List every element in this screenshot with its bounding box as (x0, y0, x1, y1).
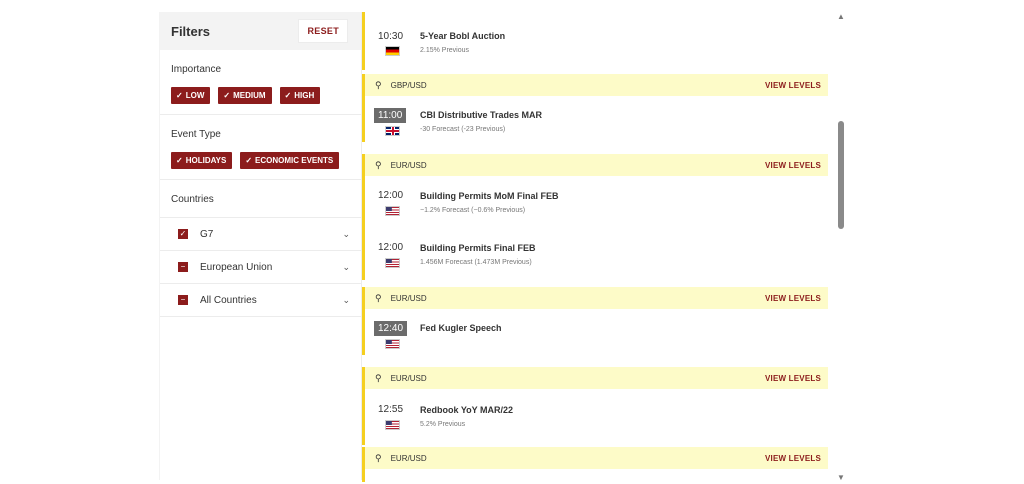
event-title: 5-Year Bobl Auction (420, 31, 506, 41)
event-type-chip-economic-events[interactable]: ✓ ECONOMIC EVENTS (240, 152, 340, 169)
event-time: 11:00 (374, 108, 407, 123)
event-type-chip-holidays[interactable]: ✓ HOLIDAYS (171, 152, 233, 169)
checkbox-checked-icon[interactable]: ✓ (178, 229, 188, 239)
event-group: ⚲ EUR/USD VIEW LEVELS (362, 447, 828, 482)
event-time: 12:00 (378, 190, 404, 201)
country-item-european-union[interactable]: − European Union ⌄ (160, 250, 361, 283)
pair-label: EUR/USD (390, 373, 427, 383)
importance-chip-medium[interactable]: ✓ MEDIUM (218, 87, 272, 104)
lightbulb-icon: ⚲ (375, 79, 382, 90)
check-icon: ✓ (223, 91, 231, 100)
event-title: Fed Kugler Speech (420, 323, 502, 333)
pair-bar: ⚲ EUR/USD VIEW LEVELS (365, 447, 828, 469)
chevron-down-icon[interactable]: ⌄ (342, 229, 350, 240)
reset-button[interactable]: RESET (298, 19, 348, 43)
pair-label: EUR/USD (390, 453, 427, 463)
economic-calendar-list: 10:30 5-Year Bobl Auction 2.15% Previous… (362, 12, 828, 482)
event-detail: -30 Forecast (-23 Previous) (420, 126, 506, 133)
check-icon: ✓ (284, 91, 292, 100)
event-title: Building Permits MoM Final FEB (420, 191, 559, 201)
event-title: Building Permits Final FEB (420, 243, 536, 253)
lightbulb-icon: ⚲ (375, 159, 382, 170)
importance-section: Importance ✓ LOW ✓ MEDIUM ✓ HIGH (160, 50, 361, 115)
event-detail: −1.2% Forecast (−0.6% Previous) (420, 207, 526, 214)
event-title: CBI Distributive Trades MAR (420, 110, 543, 120)
event-type-section: Event Type ✓ HOLIDAYS ✓ ECONOMIC EVENTS (160, 115, 361, 180)
check-icon: ✓ (176, 91, 183, 100)
country-name: European Union (200, 261, 273, 273)
pair-label: EUR/USD (390, 293, 427, 303)
filters-title: Filters (171, 23, 211, 39)
importance-chip-high[interactable]: ✓ HIGH (279, 87, 321, 104)
us-flag-icon (385, 258, 400, 268)
event-time: 12:55 (378, 404, 404, 415)
chip-label: HOLIDAYS (185, 156, 227, 165)
filters-header: Filters RESET (160, 12, 361, 50)
event-row[interactable]: 12:00 Building Permits MoM Final FEB −1.… (365, 176, 828, 228)
country-item-all-countries[interactable]: − All Countries ⌄ (160, 283, 361, 317)
us-flag-icon (385, 339, 400, 349)
chevron-down-icon[interactable]: ▼ (837, 473, 845, 482)
scrollbar-thumb[interactable] (838, 121, 844, 229)
event-group: ⚲ EUR/USD VIEW LEVELS 12:40 Fed Kugler S… (362, 287, 828, 355)
pair-bar: ⚲ EUR/USD VIEW LEVELS (365, 154, 828, 176)
event-time: 12:40 (374, 321, 408, 336)
event-detail: 1.456M Forecast (1.473M Previous) (420, 259, 532, 266)
de-flag-icon (385, 46, 400, 56)
lightbulb-icon: ⚲ (375, 452, 382, 463)
country-item-g7[interactable]: ✓ G7 ⌄ (160, 217, 361, 250)
event-detail: 5.2% Previous (420, 421, 466, 428)
chevron-down-icon[interactable]: ⌄ (342, 295, 350, 306)
lightbulb-icon: ⚲ (375, 292, 382, 303)
chip-label: HIGH (294, 91, 315, 100)
country-name: G7 (200, 228, 214, 240)
pair-bar: ⚲ EUR/USD VIEW LEVELS (365, 287, 828, 309)
event-row[interactable]: 10:30 5-Year Bobl Auction 2.15% Previous (365, 12, 828, 70)
pair-label: GBP/USD (390, 80, 427, 90)
event-detail: 2.15% Previous (420, 47, 470, 54)
pair-bar: ⚲ EUR/USD VIEW LEVELS (365, 367, 828, 389)
countries-label: Countries (171, 194, 214, 205)
importance-chip-low[interactable]: ✓ LOW (171, 87, 211, 104)
view-levels-link[interactable]: VIEW LEVELS (765, 161, 821, 170)
event-title: Redbook YoY MAR/22 (420, 405, 514, 415)
event-group: ⚲ EUR/USD VIEW LEVELS 12:00 Building Per… (362, 154, 828, 280)
chip-label: MEDIUM (233, 91, 266, 100)
view-levels-link[interactable]: VIEW LEVELS (765, 374, 821, 383)
check-icon: ✓ (245, 156, 253, 165)
scrollbar[interactable]: ▲ ▼ (836, 12, 846, 482)
gb-flag-icon (385, 126, 400, 136)
countries-section: Countries (160, 180, 361, 217)
check-icon: ✓ (176, 156, 183, 165)
view-levels-link[interactable]: VIEW LEVELS (765, 454, 821, 463)
chevron-down-icon[interactable]: ⌄ (342, 262, 350, 273)
pair-bar: ⚲ GBP/USD VIEW LEVELS (365, 74, 828, 96)
lightbulb-icon: ⚲ (375, 372, 382, 383)
chip-label: ECONOMIC EVENTS (255, 156, 334, 165)
chevron-up-icon[interactable]: ▲ (837, 12, 845, 21)
view-levels-link[interactable]: VIEW LEVELS (765, 81, 821, 90)
country-name: All Countries (200, 294, 257, 306)
view-levels-link[interactable]: VIEW LEVELS (765, 294, 821, 303)
chip-label: LOW (185, 91, 205, 100)
us-flag-icon (385, 206, 400, 216)
event-time: 10:30 (378, 31, 404, 42)
event-row[interactable]: 12:40 Fed Kugler Speech (365, 309, 828, 355)
importance-label: Importance (171, 64, 222, 75)
pair-label: EUR/USD (390, 160, 427, 170)
checkbox-partial-icon[interactable]: − (178, 295, 188, 305)
event-row[interactable]: 12:00 Building Permits Final FEB 1.456M … (365, 228, 828, 280)
event-group: 10:30 5-Year Bobl Auction 2.15% Previous (362, 12, 828, 70)
event-type-label: Event Type (171, 129, 221, 140)
filters-panel: Filters RESET Importance ✓ LOW ✓ MEDIUM ✓ H… (159, 12, 362, 480)
event-group: ⚲ GBP/USD VIEW LEVELS 11:00 CBI Distribu… (362, 74, 828, 142)
event-time: 12:00 (378, 242, 404, 253)
checkbox-partial-icon[interactable]: − (178, 262, 188, 272)
event-row[interactable]: 12:55 Redbook YoY MAR/22 5.2% Previous (365, 389, 828, 441)
event-group: ⚲ EUR/USD VIEW LEVELS 12:55 Redbook YoY … (362, 367, 828, 445)
event-row[interactable]: 11:00 CBI Distributive Trades MAR -30 Fo… (365, 96, 828, 142)
us-flag-icon (385, 420, 400, 430)
